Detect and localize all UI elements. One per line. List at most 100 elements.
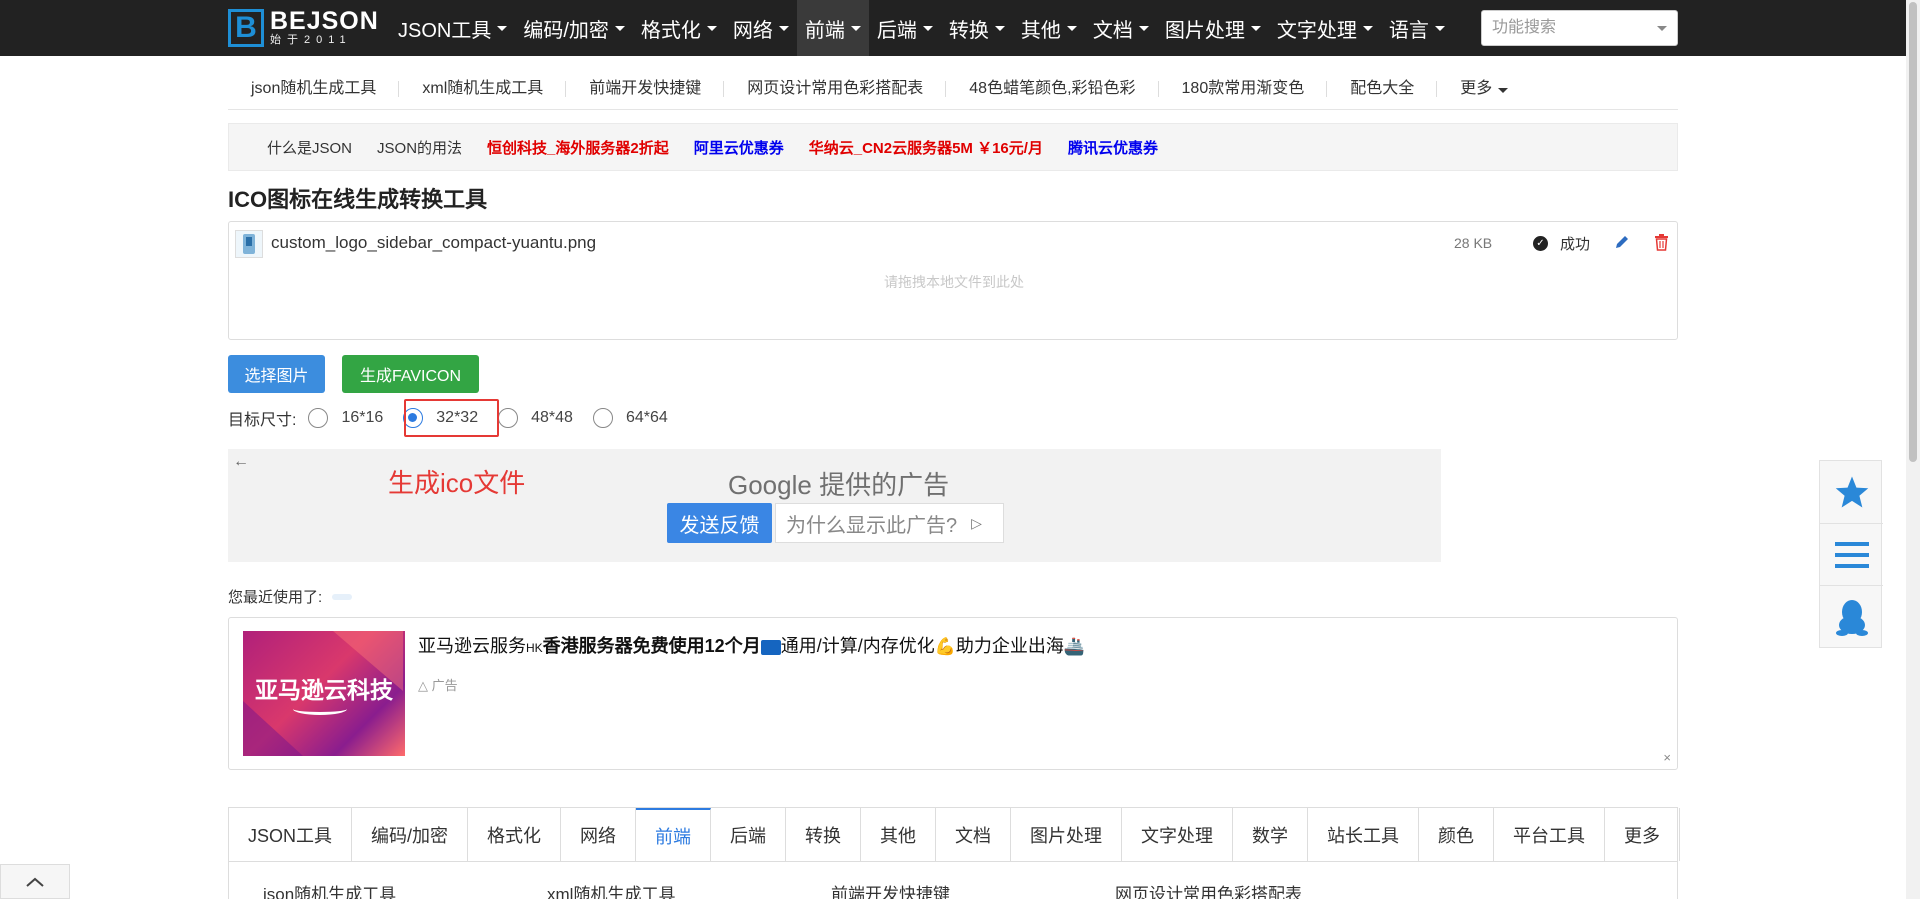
tab-item-7[interactable]: 其他 bbox=[861, 808, 937, 861]
tab-item-5[interactable]: 后端 bbox=[711, 808, 787, 861]
chevron-down-icon bbox=[1138, 25, 1149, 31]
uploaded-file-row: custom_logo_sidebar_compact-yuantu.png 2… bbox=[235, 230, 1671, 258]
trash-icon[interactable] bbox=[1654, 234, 1669, 254]
ad-tag-text: 广告 bbox=[431, 678, 458, 693]
link-item[interactable]: JSON的用法 bbox=[377, 137, 462, 158]
nav-item-4[interactable]: 前端 bbox=[796, 0, 869, 56]
function-search-input[interactable] bbox=[1482, 18, 1642, 38]
nav-item-8[interactable]: 文档 bbox=[1085, 0, 1157, 56]
logo-subtitle: 始于2011 bbox=[270, 34, 352, 46]
chevron-down-icon[interactable] bbox=[1657, 26, 1667, 31]
size-option-2[interactable]: 48*48 bbox=[498, 408, 573, 428]
tab-item-9[interactable]: 图片处理 bbox=[1011, 808, 1123, 861]
function-search[interactable] bbox=[1481, 10, 1678, 46]
nav-item-0[interactable]: JSON工具 bbox=[390, 0, 515, 56]
subnav-item[interactable]: 前端开发快捷键 bbox=[566, 78, 725, 100]
radio-button[interactable] bbox=[498, 408, 519, 428]
scrollbar-thumb[interactable] bbox=[1909, 2, 1917, 462]
tab-content-link[interactable]: xml随机生成工具 bbox=[547, 880, 675, 899]
highlight-box bbox=[404, 399, 499, 437]
size-option-0[interactable]: 16*16 bbox=[308, 408, 383, 428]
amazon-ad[interactable]: 亚马逊云科技 亚马逊云服务HK香港服务器免费使用12个月 通用/计算/内存优化💪助… bbox=[228, 617, 1678, 770]
qq-icon[interactable] bbox=[1820, 585, 1883, 647]
tab-item-14[interactable]: 平台工具 bbox=[1494, 808, 1606, 861]
scrollbar[interactable] bbox=[1906, 0, 1920, 899]
nav-item-2[interactable]: 格式化 bbox=[633, 0, 725, 56]
send-feedback-button[interactable]: 发送反馈 bbox=[667, 503, 772, 543]
tab-item-8[interactable]: 文档 bbox=[936, 808, 1012, 861]
check-circle-icon: ✓ bbox=[1533, 236, 1548, 251]
menu-icon[interactable] bbox=[1820, 523, 1883, 585]
subnav-item[interactable]: json随机生成工具 bbox=[228, 78, 400, 100]
why-this-ad-button[interactable]: 为什么显示此广告? ▷ bbox=[775, 503, 1004, 543]
nav-item-10[interactable]: 文字处理 bbox=[1269, 0, 1381, 56]
pencil-icon[interactable] bbox=[1614, 234, 1630, 253]
subnav-item[interactable]: xml随机生成工具 bbox=[399, 78, 567, 100]
subnav-item[interactable]: 配色大全 bbox=[1327, 78, 1438, 100]
nav-item-3[interactable]: 网络 bbox=[725, 0, 797, 56]
muscle-icon: 💪 bbox=[934, 637, 956, 656]
subnav-item[interactable]: 48色蜡笔颜色,彩铅色彩 bbox=[946, 78, 1159, 100]
file-name: custom_logo_sidebar_compact-yuantu.png bbox=[271, 233, 597, 252]
select-image-button[interactable]: 选择图片 bbox=[228, 355, 325, 393]
link-item[interactable]: 华纳云_CN2云服务器5M ￥16元/月 bbox=[809, 137, 1043, 158]
upload-dropzone[interactable]: custom_logo_sidebar_compact-yuantu.png 2… bbox=[228, 221, 1678, 340]
headline-end: 助力企业出海 bbox=[955, 636, 1064, 656]
tab-item-13[interactable]: 颜色 bbox=[1419, 808, 1495, 861]
nav-item-7[interactable]: 其他 bbox=[1013, 0, 1085, 56]
nav-item-label: 编码/加密 bbox=[523, 19, 609, 42]
tab-content-link[interactable]: json随机生成工具 bbox=[263, 880, 396, 899]
link-item[interactable]: 腾讯云优惠券 bbox=[1068, 137, 1158, 158]
generate-favicon-button[interactable]: 生成FAVICON bbox=[342, 355, 479, 393]
tab-item-15[interactable]: 更多 bbox=[1605, 808, 1681, 861]
nav-item-9[interactable]: 图片处理 bbox=[1157, 0, 1269, 56]
nav-item-11[interactable]: 语言 bbox=[1381, 0, 1453, 56]
tab-item-6[interactable]: 转换 bbox=[786, 808, 862, 861]
tab-item-10[interactable]: 文字处理 bbox=[1122, 808, 1234, 861]
nav-item-label: 转换 bbox=[948, 19, 989, 42]
nav-item-1[interactable]: 编码/加密 bbox=[515, 0, 633, 56]
tab-item-12[interactable]: 站长工具 bbox=[1308, 808, 1420, 861]
site-logo[interactable]: B BEJSON 始于2011 bbox=[228, 8, 379, 48]
category-tabs: JSON工具 编码/加密 格式化 网络 前端 后端 转换 其他 文档 图片处理 文字处理 数学 站长工具… bbox=[228, 807, 1681, 862]
chevron-down-icon bbox=[1434, 25, 1445, 31]
subnav-item[interactable]: 网页设计常用色彩搭配表 bbox=[724, 78, 947, 100]
amazon-smile-icon bbox=[293, 703, 347, 715]
radio-button[interactable] bbox=[308, 408, 329, 428]
radio-button[interactable] bbox=[592, 408, 613, 428]
amazon-ad-headline[interactable]: 亚马逊云服务HK香港服务器免费使用12个月 通用/计算/内存优化💪助力企业出海🚢 bbox=[418, 632, 1085, 658]
sub-navbar: json随机生成工具 xml随机生成工具 前端开发快捷键 网页设计常用色彩搭配表 48色… bbox=[228, 68, 1678, 110]
badge-icon bbox=[760, 639, 781, 655]
tab-item-4[interactable]: 前端 bbox=[636, 808, 712, 861]
chevron-down-icon bbox=[497, 25, 508, 31]
size-option-label: 64*64 bbox=[625, 409, 668, 426]
logo-mark: B bbox=[228, 9, 264, 47]
nav-item-5[interactable]: 后端 bbox=[869, 0, 941, 56]
tab-item-2[interactable]: 格式化 bbox=[468, 808, 562, 861]
recently-used-item[interactable] bbox=[332, 593, 353, 600]
chevron-down-icon bbox=[994, 25, 1005, 31]
nav-item-6[interactable]: 转换 bbox=[941, 0, 1013, 56]
link-item[interactable]: 恒创科技_海外服务器2折起 bbox=[487, 137, 669, 158]
links-bar: 什么是JSON JSON的用法 恒创科技_海外服务器2折起 阿里云优惠券 华纳云_CN2… bbox=[228, 123, 1678, 171]
tab-content-link[interactable]: 网页设计常用色彩搭配表 bbox=[1115, 880, 1302, 899]
size-option-3[interactable]: 64*64 bbox=[592, 408, 668, 428]
tab-item-3[interactable]: 网络 bbox=[561, 808, 637, 861]
star-icon[interactable] bbox=[1820, 461, 1883, 523]
tab-item-11[interactable]: 数学 bbox=[1233, 808, 1309, 861]
amazon-ad-image[interactable]: 亚马逊云科技 bbox=[243, 631, 405, 756]
close-icon[interactable]: × bbox=[1663, 750, 1671, 765]
subnav-more[interactable]: 更多 bbox=[1437, 78, 1531, 100]
link-item[interactable]: 阿里云优惠券 bbox=[694, 137, 784, 158]
tab-item-1[interactable]: 编码/加密 bbox=[352, 808, 469, 861]
file-thumbnail bbox=[235, 230, 263, 258]
chevron-down-icon bbox=[922, 25, 933, 31]
link-item[interactable]: 什么是JSON bbox=[267, 137, 352, 158]
scroll-top-button[interactable] bbox=[0, 864, 70, 899]
subnav-item[interactable]: 180款常用渐变色 bbox=[1159, 78, 1328, 100]
logo-title: BEJSON bbox=[270, 7, 379, 35]
top-nav-menu: JSON工具 编码/加密 格式化 网络 前端 后端 转换 其他 文档 图片处理 文字处理 语言 bbox=[390, 0, 1453, 56]
arrow-left-icon[interactable]: ← bbox=[233, 453, 249, 471]
tab-item-0[interactable]: JSON工具 bbox=[229, 808, 353, 861]
tab-content-link[interactable]: 前端开发快捷键 bbox=[831, 880, 950, 899]
